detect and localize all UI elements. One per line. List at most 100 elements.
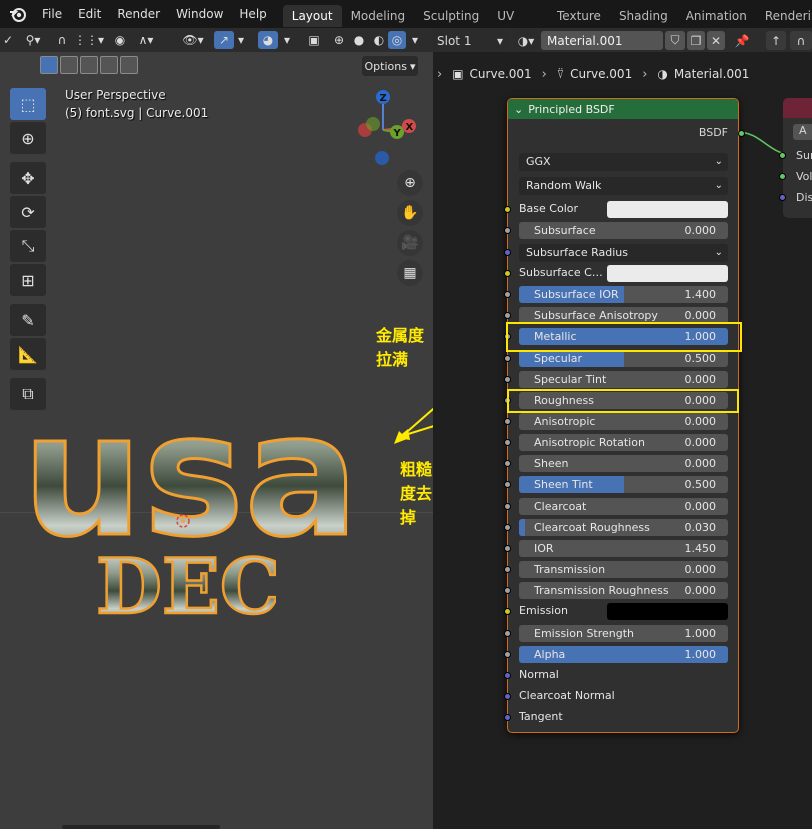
normal-socket[interactable]: [504, 672, 511, 679]
bsdf-output-socket[interactable]: [738, 130, 745, 137]
output-target-dropdown[interactable]: A: [793, 124, 812, 140]
anisotropic-rotation-slider[interactable]: Anisotropic Rotation 0.000: [519, 434, 728, 451]
menu-window[interactable]: Window: [168, 0, 231, 28]
tangent-socket[interactable]: [504, 714, 511, 721]
rendered-shading-icon[interactable]: ◎: [388, 31, 406, 49]
cursor-tool-icon[interactable]: ⊕: [10, 122, 46, 154]
sheen-slider[interactable]: Sheen 0.000: [519, 455, 728, 472]
select-intersect-mode-icon[interactable]: [120, 56, 138, 74]
anisotropic-rotation-socket[interactable]: [504, 439, 511, 446]
menu-help[interactable]: Help: [231, 0, 274, 28]
unlink-material-icon[interactable]: ✕: [707, 31, 725, 50]
tab-modeling[interactable]: Modeling: [342, 5, 415, 27]
transform-tool-icon[interactable]: ⊞: [10, 264, 46, 296]
transmission-slider[interactable]: Transmission 0.000: [519, 561, 728, 578]
sheen-socket[interactable]: [504, 460, 511, 467]
tab-layout[interactable]: Layout: [282, 5, 342, 27]
subsurface-anisotropy-socket[interactable]: [504, 312, 511, 319]
tab-rendering[interactable]: Rendering: [756, 5, 812, 27]
chrome-text-dec[interactable]: DEC: [96, 538, 276, 633]
select-extend-mode-icon[interactable]: [60, 56, 78, 74]
move-tool-icon[interactable]: ✥: [10, 162, 46, 194]
alpha-slider[interactable]: Alpha 1.000: [519, 646, 728, 663]
tab-sculpting[interactable]: Sculpting: [414, 5, 488, 27]
emission-socket[interactable]: [504, 608, 511, 615]
rotate-tool-icon[interactable]: ⟳: [10, 196, 46, 228]
options-dropdown[interactable]: Options ▾: [362, 56, 418, 76]
clearcoat-slider[interactable]: Clearcoat 0.000: [519, 498, 728, 515]
ior-slider[interactable]: IOR 1.450: [519, 540, 728, 557]
material-shading-icon[interactable]: ◐: [370, 31, 388, 49]
node-header[interactable]: ⌄ Principled BSDF: [508, 99, 738, 119]
clearcoat-roughness-slider[interactable]: Clearcoat Roughness 0.030: [519, 519, 728, 536]
subsurface-ior-slider[interactable]: Subsurface IOR 1.400: [519, 286, 728, 303]
base-color-swatch[interactable]: [607, 201, 728, 218]
emission-strength-slider[interactable]: Emission Strength 1.000: [519, 625, 728, 642]
anisotropic-slider[interactable]: Anisotropic 0.000: [519, 413, 728, 430]
chevron-icon[interactable]: ✓: [3, 31, 13, 49]
volume-socket[interactable]: [779, 173, 786, 180]
wireframe-shading-icon[interactable]: ⊕: [330, 31, 348, 49]
pin-icon[interactable]: 📌: [733, 31, 751, 50]
select-invert-mode-icon[interactable]: [100, 56, 118, 74]
measure-tool-icon[interactable]: 📐: [10, 338, 46, 370]
transform-pivot-icon[interactable]: ⚲▾: [20, 31, 46, 49]
specular-tint-socket[interactable]: [504, 376, 511, 383]
subsurface-color-swatch[interactable]: [607, 265, 728, 282]
fake-user-shield-icon[interactable]: ⛉: [665, 31, 685, 50]
tab-texture-paint[interactable]: Texture Paint: [548, 5, 610, 45]
gizmo-toggle-icon[interactable]: ↗: [214, 31, 234, 49]
perspective-toggle-icon[interactable]: ▦: [397, 260, 423, 286]
distribution-dropdown[interactable]: GGX ⌄: [519, 153, 728, 171]
camera-view-icon[interactable]: 🎥: [397, 230, 423, 256]
zoom-icon[interactable]: ⊕: [397, 170, 423, 196]
specular-slider[interactable]: Specular 0.500: [519, 350, 728, 367]
anisotropic-socket[interactable]: [504, 418, 511, 425]
overlay-dropdown-icon[interactable]: ▾: [280, 31, 294, 49]
clearcoat-socket[interactable]: [504, 503, 511, 510]
blender-logo-icon[interactable]: [8, 4, 28, 24]
subsurface-radius-dropdown[interactable]: Subsurface Radius ⌄: [519, 244, 728, 262]
snap-target-icon[interactable]: ⋮⋮▾: [74, 31, 104, 49]
shader-node-editor[interactable]: Slot 1 ▾ ◑▾ Material.001 ⛉ ❐ ✕ 📌 ↑ ∩ › ▣…: [433, 28, 812, 829]
transmission-roughness-slider[interactable]: Transmission Roughness 0.000: [519, 582, 728, 599]
specular-tint-slider[interactable]: Specular Tint 0.000: [519, 371, 728, 388]
tab-uv-editing[interactable]: UV Editing: [488, 5, 548, 45]
tab-animation[interactable]: Animation: [677, 5, 756, 27]
scale-tool-icon[interactable]: ⤡: [10, 230, 46, 262]
specular-socket[interactable]: [504, 355, 511, 362]
subsurface-radius-socket[interactable]: [504, 249, 511, 256]
sheen-tint-slider[interactable]: Sheen Tint 0.500: [519, 476, 728, 493]
parent-node-tree-icon[interactable]: ↑: [766, 31, 786, 50]
select-subtract-mode-icon[interactable]: [80, 56, 98, 74]
falloff-icon[interactable]: ∧▾: [132, 31, 160, 49]
overlay-toggle-icon[interactable]: ◕: [258, 31, 278, 49]
transmission-socket[interactable]: [504, 566, 511, 573]
emission-strength-socket[interactable]: [504, 630, 511, 637]
select-new-mode-icon[interactable]: [40, 56, 58, 74]
annotate-tool-icon[interactable]: ✎: [10, 304, 46, 336]
pan-hand-icon[interactable]: ✋: [397, 200, 423, 226]
slot-dropdown[interactable]: Slot 1 ▾: [433, 31, 507, 50]
3d-viewport[interactable]: ✓ ⚲▾ ∩ ⋮⋮▾ ◉ ∧▾ 👁▾ ↗ ▾ ◕ ▾ ▣ ⊕ ● ◐ ◎ ▾ O…: [0, 28, 433, 829]
subsurface-ior-socket[interactable]: [504, 291, 511, 298]
surface-socket[interactable]: [779, 152, 786, 159]
select-box-tool-icon[interactable]: ⬚: [10, 88, 46, 120]
snap-toggle-icon[interactable]: ∩: [790, 31, 812, 50]
collapse-chevron-icon[interactable]: ⌄: [514, 103, 523, 116]
menu-edit[interactable]: Edit: [70, 0, 109, 28]
material-output-node[interactable]: A Sur Vol Dis: [779, 98, 812, 218]
emission-color-swatch[interactable]: [607, 603, 728, 620]
menu-file[interactable]: File: [34, 0, 70, 28]
shading-dropdown-icon[interactable]: ▾: [408, 31, 422, 49]
clearcoat-normal-socket[interactable]: [504, 693, 511, 700]
subsurface-socket[interactable]: [504, 227, 511, 234]
displacement-socket[interactable]: [779, 194, 786, 201]
menu-render[interactable]: Render: [109, 0, 168, 28]
alpha-socket[interactable]: [504, 651, 511, 658]
transmission-roughness-socket[interactable]: [504, 587, 511, 594]
clearcoat-roughness-socket[interactable]: [504, 524, 511, 531]
xray-icon[interactable]: ▣: [306, 31, 322, 49]
horizontal-scrollbar[interactable]: [62, 825, 220, 829]
subsurface-method-dropdown[interactable]: Random Walk ⌄: [519, 177, 728, 195]
